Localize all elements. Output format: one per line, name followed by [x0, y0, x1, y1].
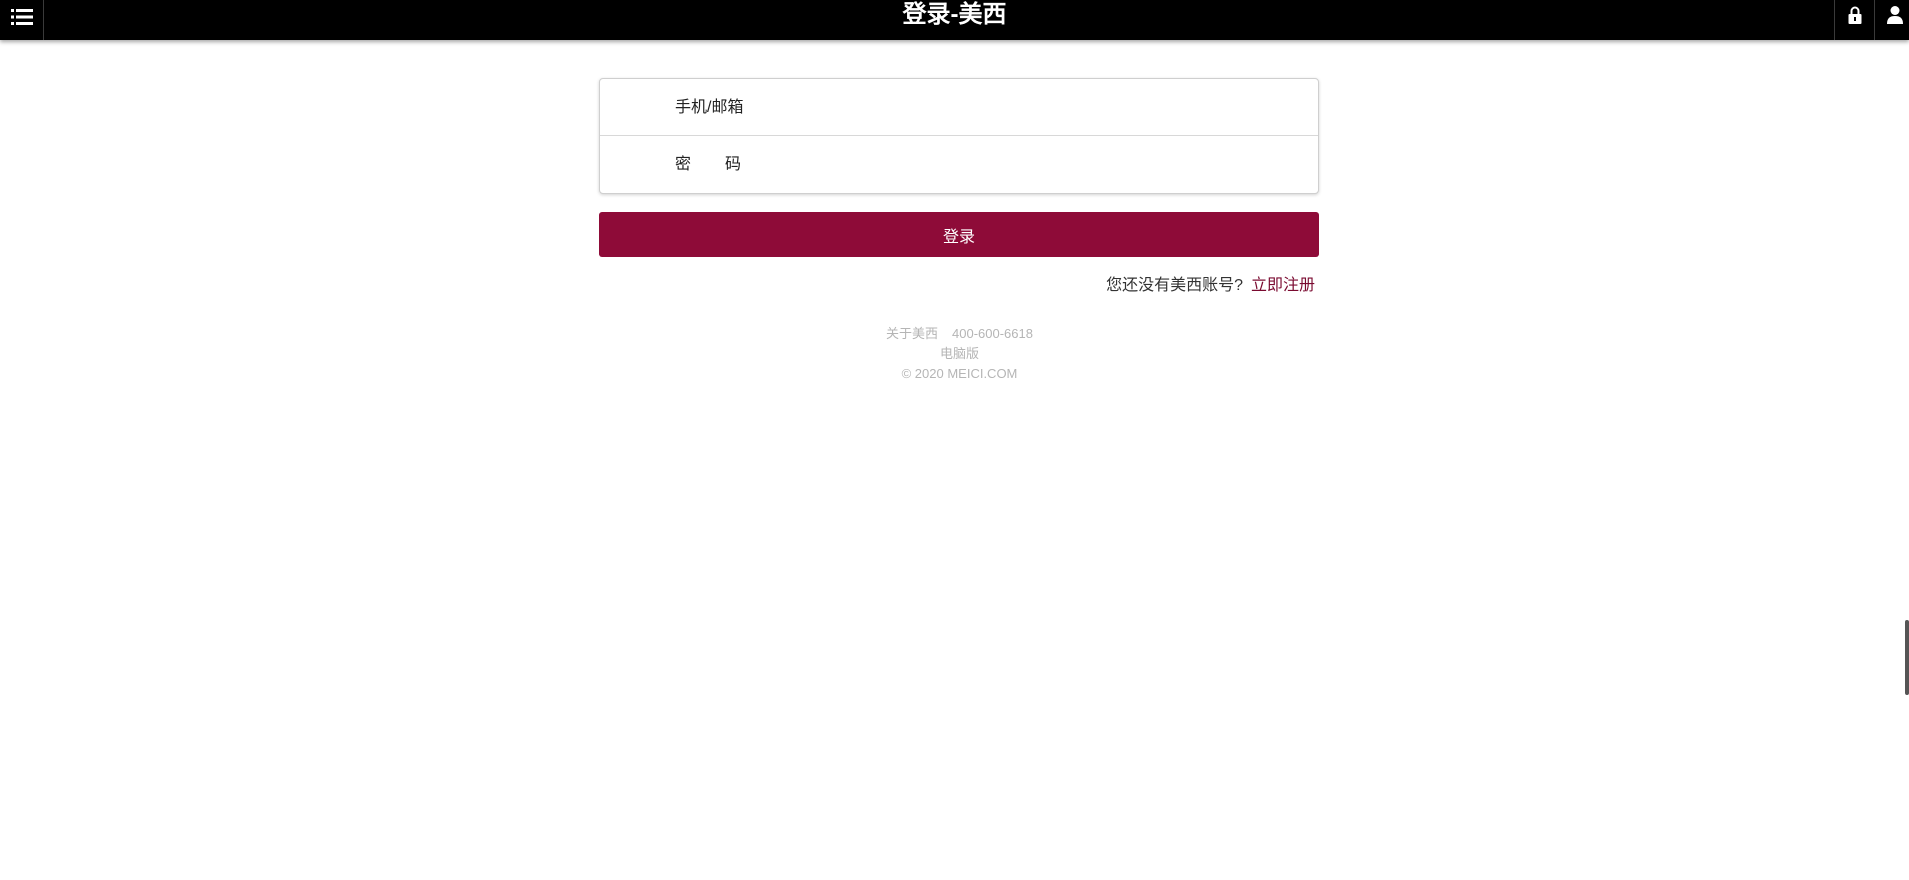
copyright-text: © 2020 MEICI.COM [901, 366, 1018, 381]
about-link[interactable]: 关于美西 [886, 326, 938, 341]
footer-links-row: 关于美西 400-600-6618 [0, 324, 1909, 344]
top-navigation-bar: 登录-美西 [0, 0, 1909, 40]
register-link[interactable]: 立即注册 [1251, 277, 1315, 294]
password-field: 密码 [600, 136, 1318, 193]
lock-button[interactable] [1834, 0, 1874, 40]
register-prompt-row: 您还没有美西账号? 立即注册 [1106, 276, 1315, 296]
password-input[interactable] [770, 146, 1304, 184]
user-account-button[interactable] [1874, 0, 1909, 40]
login-button[interactable]: 登录 [599, 212, 1319, 257]
account-input[interactable] [770, 89, 1304, 127]
footer-desktop-row: 电脑版 [0, 344, 1909, 364]
phone-link[interactable]: 400-600-6618 [952, 326, 1033, 341]
password-label: 密码 [675, 156, 776, 173]
page-title: 登录-美西 [902, 1, 1007, 28]
menu-button[interactable] [0, 0, 44, 40]
scrollbar-handle[interactable] [1905, 620, 1909, 695]
desktop-version-link[interactable]: 电脑版 [940, 346, 979, 361]
footer: 关于美西 400-600-6618 电脑版 © 2020 MEICI.COM [0, 324, 1909, 384]
login-form: 手机/邮箱 密码 [599, 78, 1319, 194]
register-prompt-text: 您还没有美西账号? [1106, 277, 1243, 294]
account-field: 手机/邮箱 [600, 79, 1318, 136]
account-label: 手机/邮箱 [675, 99, 744, 116]
